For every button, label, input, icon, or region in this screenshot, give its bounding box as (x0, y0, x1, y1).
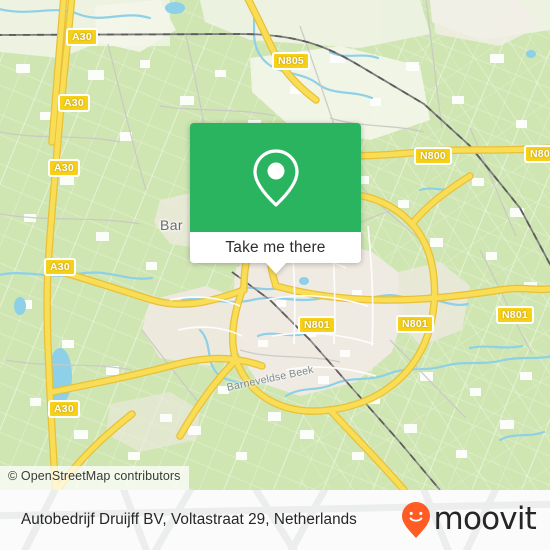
take-me-there-label: Take me there (225, 238, 326, 256)
road-shield-n800-2[interactable]: N800 (524, 145, 550, 163)
popup-tail (264, 262, 287, 274)
road-shield-n800-1[interactable]: N800 (414, 147, 452, 165)
moovit-smiley-pin-icon (401, 502, 430, 538)
road-shield-n801-2[interactable]: N801 (396, 315, 434, 333)
footer-bar: Autobedrijf Druijff BV, Voltastraat 29, … (0, 490, 550, 550)
place-label-barneveld: Bar (160, 217, 183, 233)
map-pin-icon (252, 148, 299, 207)
road-shield-n805[interactable]: N805 (272, 52, 310, 70)
moovit-logo[interactable]: moovit (401, 490, 537, 550)
moovit-map-screenshot: Bar Barneveldse Beek A30 A30 A30 A30 A30… (0, 0, 550, 550)
popup-header (190, 123, 361, 232)
road-shield-a30-3[interactable]: A30 (48, 159, 80, 177)
moovit-wordmark: moovit (433, 500, 537, 537)
popup-footer[interactable]: Take me there (190, 232, 361, 274)
osm-attribution[interactable]: © OpenStreetMap contributors (0, 466, 189, 490)
take-me-there-popup[interactable]: Take me there (190, 123, 361, 274)
road-shield-n801-1[interactable]: N801 (298, 316, 336, 334)
road-shield-a30-5[interactable]: A30 (48, 400, 80, 418)
road-shield-a30-2[interactable]: A30 (58, 94, 90, 112)
location-address: Autobedrijf Druijff BV, Voltastraat 29, … (21, 511, 357, 528)
road-shield-a30-4[interactable]: A30 (44, 258, 76, 276)
road-shield-a30-1[interactable]: A30 (66, 28, 98, 46)
road-shield-n801-3[interactable]: N801 (496, 306, 534, 324)
